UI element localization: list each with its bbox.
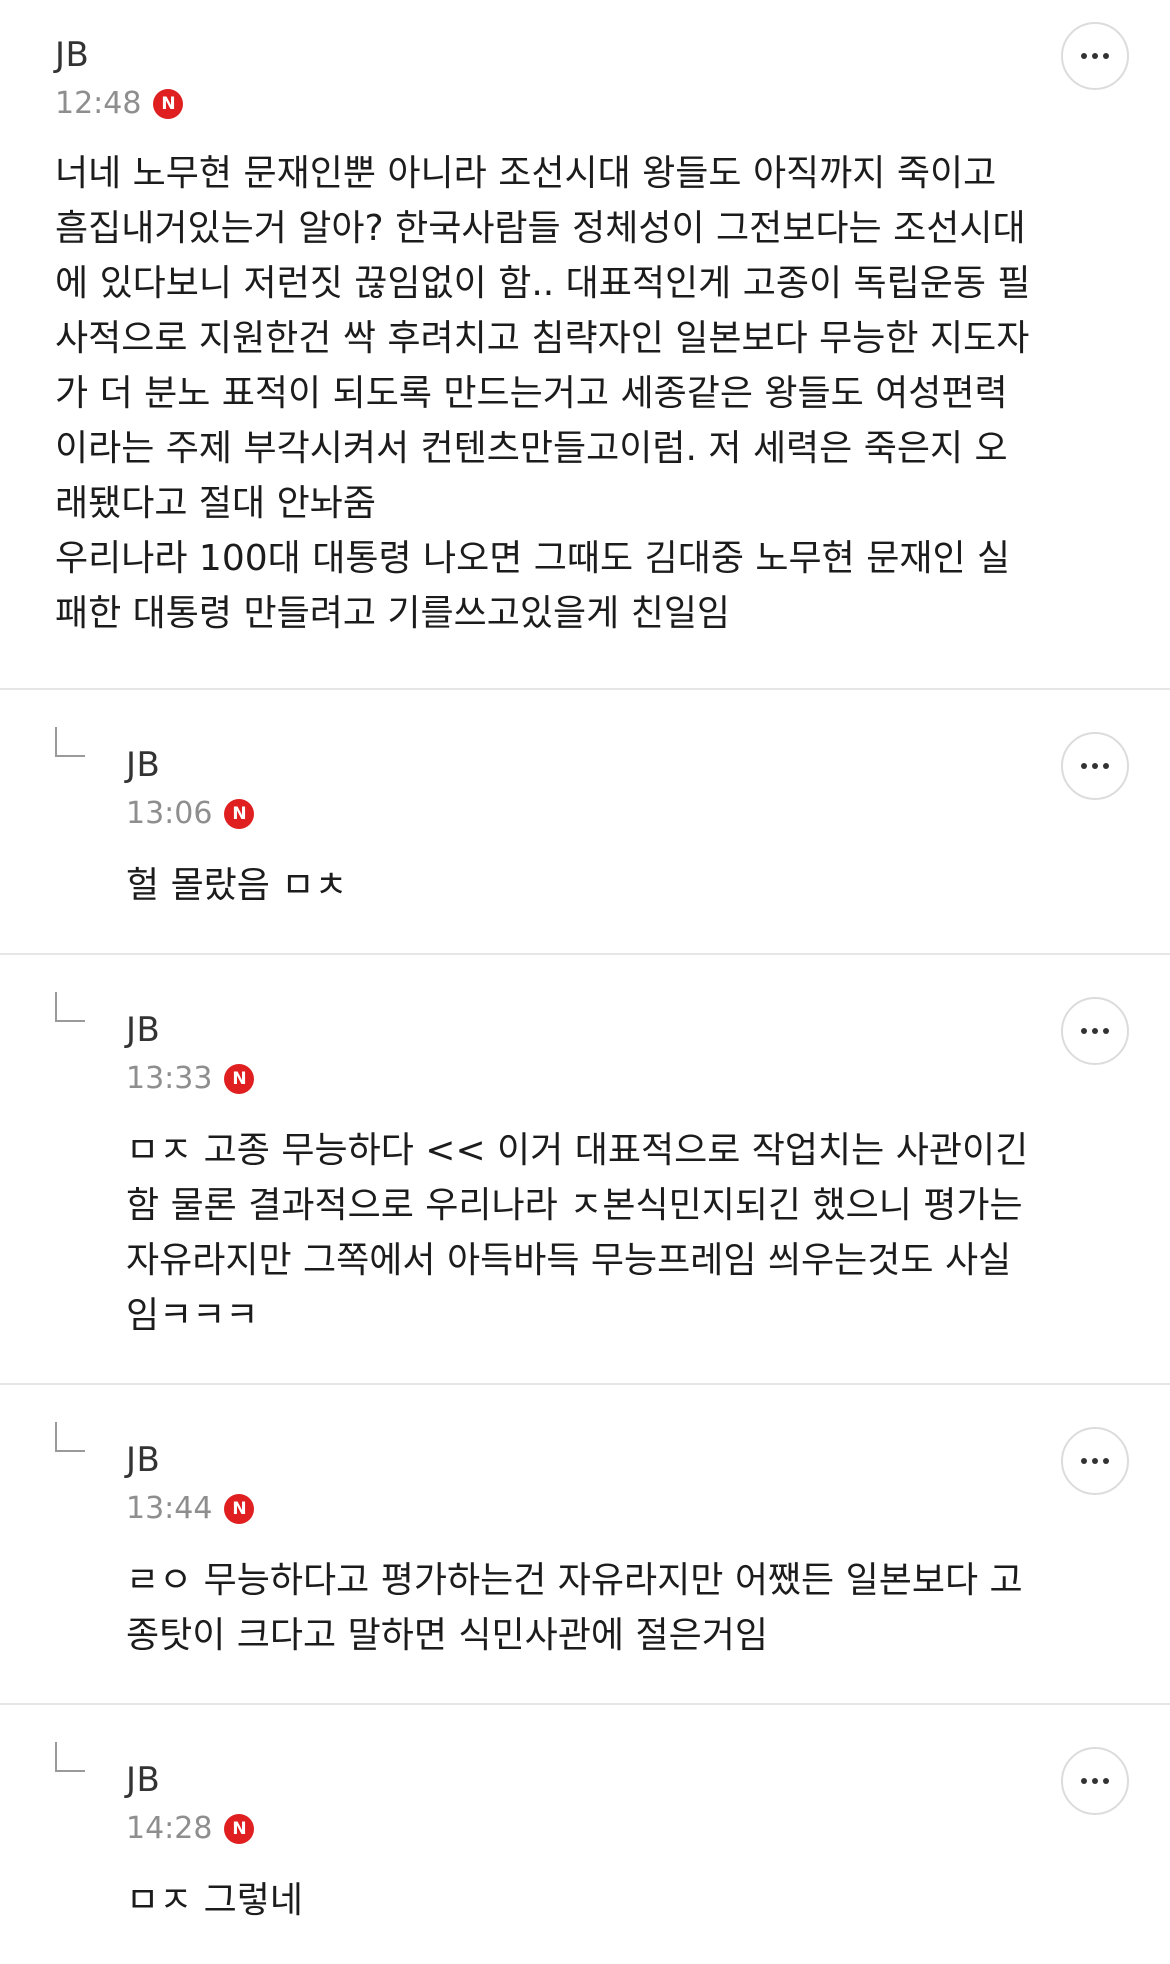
reply-arrow-icon xyxy=(55,992,85,1022)
comment-body: ㅁㅈ 고종 무능하다 << 이거 대표적으로 작업치는 사관이긴 함 물론 결과… xyxy=(126,1130,1029,1336)
reply-item: JB 13:33 N ㅁㅈ 고종 무능하다 << 이거 대표적으로 작업치는 사… xyxy=(0,955,1170,1385)
comment-time: 14:28 xyxy=(126,1811,213,1846)
comment-body: 너네 노무현 문재인뿐 아니라 조선시대 왕들도 아직까지 죽이고 흠집내거있는… xyxy=(55,153,1031,634)
comment-body: 헐 몰랐음 ㅁㅊ xyxy=(126,865,348,906)
comment-body: ㄹㅇ 무능하다고 평가하는건 자유라지만 어쨌든 일본보다 고 종탓이 크다고 … xyxy=(126,1560,1023,1656)
comment-author[interactable]: JB xyxy=(126,1010,160,1050)
comment-time: 13:06 xyxy=(126,796,213,831)
comment-time: 13:44 xyxy=(126,1491,213,1526)
comment-meta: 13:33 N xyxy=(126,1061,255,1097)
reply-item: JB 13:06 N 헐 몰랐음 ㅁㅊ xyxy=(0,690,1170,955)
reply-item: JB 14:28 N ㅁㅈ 그렇네 xyxy=(0,1705,1170,1964)
more-dots-icon xyxy=(1081,1458,1109,1464)
new-badge: N xyxy=(224,1814,255,1844)
more-options-button[interactable] xyxy=(1061,1747,1129,1815)
comment-meta: 12:48 N xyxy=(55,86,184,122)
more-dots-icon xyxy=(1081,53,1109,59)
reply-arrow-icon xyxy=(55,727,85,757)
new-badge: N xyxy=(224,1064,255,1094)
comment-time: 13:33 xyxy=(126,1061,213,1096)
more-dots-icon xyxy=(1081,763,1109,769)
comment-meta: 13:44 N xyxy=(126,1491,255,1527)
comment-meta: 14:28 N xyxy=(126,1811,255,1847)
comment-meta: 13:06 N xyxy=(126,796,255,832)
reply-item: JB 13:44 N ㄹㅇ 무능하다고 평가하는건 자유라지만 어쨌든 일본보다… xyxy=(0,1385,1170,1705)
comment-author[interactable]: JB xyxy=(126,1760,160,1800)
more-dots-icon xyxy=(1081,1778,1109,1784)
new-badge: N xyxy=(153,89,184,119)
more-options-button[interactable] xyxy=(1061,1427,1129,1495)
comment-item: JB 12:48 N 너네 노무현 문재인뿐 아니라 조선시대 왕들도 아직까지… xyxy=(0,0,1170,690)
more-options-button[interactable] xyxy=(1061,997,1129,1065)
comment-author[interactable]: JB xyxy=(126,745,160,785)
comment-author[interactable]: JB xyxy=(55,35,89,75)
more-options-button[interactable] xyxy=(1061,732,1129,800)
reply-arrow-icon xyxy=(55,1742,85,1772)
more-options-button[interactable] xyxy=(1061,22,1129,90)
new-badge: N xyxy=(224,799,255,829)
comment-body: ㅁㅈ 그렇네 xyxy=(126,1880,304,1921)
comment-author[interactable]: JB xyxy=(126,1440,160,1480)
more-dots-icon xyxy=(1081,1028,1109,1034)
reply-arrow-icon xyxy=(55,1422,85,1452)
new-badge: N xyxy=(224,1494,255,1524)
comment-time: 12:48 xyxy=(55,86,142,121)
